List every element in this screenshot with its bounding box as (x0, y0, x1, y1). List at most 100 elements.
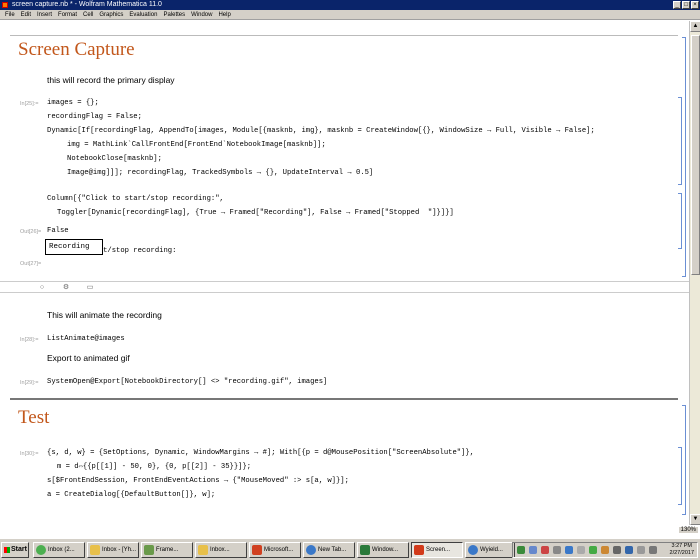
tray-icon[interactable] (589, 546, 597, 554)
close-button[interactable]: × (691, 1, 699, 9)
menu-palettes[interactable]: Palettes (160, 10, 188, 20)
scroll-down-arrow-icon[interactable]: ▼ (690, 514, 700, 525)
task-screen-capture[interactable]: Screen... (411, 542, 463, 558)
code-export[interactable]: SystemOpen@Export[NotebookDirectory[] <>… (47, 378, 327, 386)
code-list-animate[interactable]: ListAnimate@images (47, 335, 125, 343)
menu-bar: File Edit Insert Format Cell Graphics Ev… (0, 10, 700, 20)
clock-date: 2/27/2017 (669, 550, 694, 556)
tray-icon[interactable] (565, 546, 573, 554)
text-cell-animate[interactable]: This will animate the recording (47, 310, 162, 320)
clock[interactable]: 3:27 PM 2/27/2017 (670, 543, 694, 557)
column-code-line-1[interactable]: Column[{"Click to start/stop recording:"… (47, 195, 224, 203)
task-wyield[interactable]: Wyield... (465, 542, 515, 558)
menu-file[interactable]: File (2, 10, 18, 20)
section-title-screen-capture[interactable]: Screen Capture (18, 39, 135, 61)
system-tray: 3:27 PM 2/27/2017 (512, 542, 698, 558)
in-label-29: In[29]:= (20, 380, 39, 386)
app-icon (144, 545, 154, 555)
section-divider (10, 35, 678, 36)
task-window[interactable]: Window... (357, 542, 409, 558)
section-bracket-test[interactable] (682, 405, 686, 515)
window-controls: _ □ × (673, 1, 699, 9)
menu-cell[interactable]: Cell (80, 10, 96, 20)
test-code-line-4[interactable]: a = CreateDialog[{DefaultButton[]}, w]; (47, 491, 215, 499)
column-code-line-2[interactable]: Toggler[Dynamic[recordingFlag], {True → … (57, 209, 454, 217)
tray-icon[interactable] (577, 546, 585, 554)
ie-icon (306, 545, 316, 555)
start-label: Start (11, 546, 27, 553)
notebook-area[interactable]: Screen Capture this will record the prim… (0, 21, 689, 525)
cell-bracket-input-column[interactable] (678, 193, 682, 249)
tray-icon[interactable] (529, 546, 537, 554)
scroll-up-arrow-icon[interactable]: ▲ (690, 21, 700, 32)
menu-format[interactable]: Format (55, 10, 80, 20)
text-cell-intro[interactable]: this will record the primary display (47, 75, 175, 85)
in-label-25: In[25]:= (20, 101, 39, 107)
menu-evaluation[interactable]: Evaluation (126, 10, 160, 20)
vertical-scrollbar[interactable]: ▲ ▼ (689, 21, 700, 525)
text-cell-export[interactable]: Export to animated gif (47, 353, 130, 363)
section-divider-test (10, 398, 678, 400)
folder-icon (90, 545, 100, 555)
menu-window[interactable]: Window (188, 10, 215, 20)
cell-bracket-input-25[interactable] (678, 97, 682, 185)
office-icon (252, 545, 262, 555)
out-label-26: Out[26]= (20, 229, 42, 235)
tray-icon[interactable] (541, 546, 549, 554)
volume-icon[interactable] (637, 546, 645, 554)
test-code-line-2[interactable]: m = d⇔{{p[[1]] - 50, 0}, {0, p[[2]] - 35… (57, 463, 251, 471)
ie-icon (468, 545, 478, 555)
circle-icon[interactable]: ○ (38, 284, 46, 291)
window-title: screen capture.nb * - Wolfram Mathematic… (12, 1, 162, 8)
task-inbox[interactable]: Inbox... (195, 542, 247, 558)
cell-insertion-toolbar: ○ ⚙ ▭ (0, 281, 689, 293)
comment-icon[interactable]: ▭ (86, 284, 94, 291)
tray-icon[interactable] (553, 546, 561, 554)
section-bracket-screen-capture[interactable] (682, 37, 686, 277)
code-line-3[interactable]: Dynamic[If[recordingFlag, AppendTo[image… (47, 127, 595, 135)
recording-toggler-button[interactable]: Recording (45, 239, 103, 255)
code-line-4[interactable]: img = MathLink`CallFrontEnd[FrontEnd`Not… (67, 141, 326, 149)
mathematica-icon (414, 545, 424, 555)
code-line-6[interactable]: Image@img]]]; recordingFlag, TrackedSymb… (67, 169, 373, 177)
menu-edit[interactable]: Edit (18, 10, 34, 20)
task-frame[interactable]: Frame... (141, 542, 193, 558)
mathematica-app-icon (2, 2, 8, 8)
zoom-level[interactable]: 130% (678, 527, 698, 533)
test-code-line-3[interactable]: s[$FrontEndSession, FrontEndEventActions… (47, 477, 349, 485)
tray-icon[interactable] (613, 546, 621, 554)
cell-bracket-input-30[interactable] (678, 447, 682, 505)
chrome-icon (36, 545, 46, 555)
app-icon (360, 545, 370, 555)
task-microsoft[interactable]: Microsoft... (249, 542, 301, 558)
taskbar: Start Inbox (2... Inbox - [Yh... Frame..… (0, 538, 700, 560)
minimize-button[interactable]: _ (673, 1, 681, 9)
code-line-1[interactable]: images = {}; (47, 99, 99, 107)
network-icon[interactable] (649, 546, 657, 554)
maximize-button[interactable]: □ (682, 1, 690, 9)
task-folder[interactable]: Inbox - [Yh... (87, 542, 139, 558)
code-line-5[interactable]: NotebookClose[masknb]; (67, 155, 162, 163)
task-new-tab[interactable]: New Tab... (303, 542, 355, 558)
in-label-30: In[30]:= (20, 451, 39, 457)
out-label-27: Out[27]= (20, 261, 42, 267)
tray-icon[interactable] (517, 546, 525, 554)
tray-icon[interactable] (625, 546, 633, 554)
menu-insert[interactable]: Insert (34, 10, 55, 20)
menu-help[interactable]: Help (215, 10, 233, 20)
code-line-2[interactable]: recordingFlag = False; (47, 113, 142, 121)
gear-icon[interactable]: ⚙ (62, 284, 70, 291)
clock-time: 3:27 PM (671, 543, 692, 549)
task-chrome-inbox[interactable]: Inbox (2... (33, 542, 85, 558)
section-title-test[interactable]: Test (18, 407, 49, 429)
start-button[interactable]: Start (1, 542, 29, 558)
scroll-thumb[interactable] (691, 35, 700, 275)
test-code-line-1[interactable]: {s, d, w} = {SetOptions, Dynamic, Window… (47, 449, 474, 457)
output-false[interactable]: False (47, 227, 69, 235)
windows-logo-icon (4, 547, 10, 553)
tray-icon[interactable] (601, 546, 609, 554)
folder-icon (198, 545, 208, 555)
in-label-28: In[28]:= (20, 337, 39, 343)
menu-graphics[interactable]: Graphics (96, 10, 126, 20)
window-title-bar[interactable]: screen capture.nb * - Wolfram Mathematic… (0, 0, 700, 10)
